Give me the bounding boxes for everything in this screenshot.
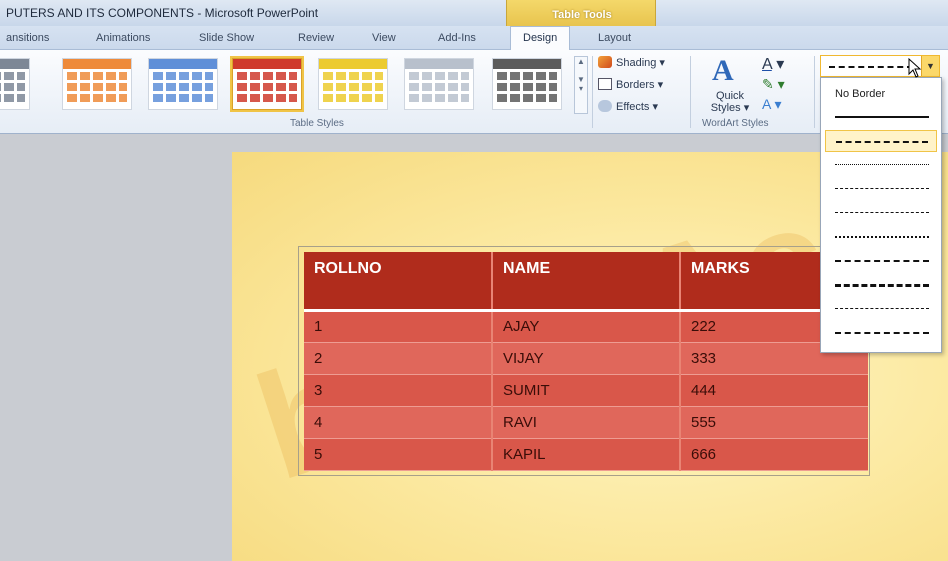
data-table[interactable]: ROLLNO NAME MARKS 1 AJAY 222 2 VIJAY 333 3 SUMI… [304,252,868,471]
table-row: 5 KAPIL 666 [304,438,868,471]
tab-slide-show[interactable]: Slide Show [199,32,254,44]
tab-design[interactable]: Design [510,26,571,51]
table-cell[interactable]: 2 [304,342,493,375]
table-cell[interactable]: 555 [680,406,868,439]
menu-item-pen-style[interactable] [825,178,937,200]
styles-label: Styles [710,102,741,114]
pen-style-line [835,332,929,334]
no-border-label: No Border [835,88,886,100]
shading-label: Shading [616,57,657,69]
table-cell[interactable]: 1 [304,310,493,343]
chevron-down-icon[interactable]: ▼ [921,56,939,76]
menu-item-pen-style[interactable] [825,250,937,272]
text-outline-button[interactable]: ✎ ▾ [762,76,785,93]
title-bar: PUTERS AND ITS COMPONENTS - Microsoft Po… [0,0,948,26]
menu-item-pen-style[interactable] [825,202,937,224]
pen-style-menu: No Border [820,77,942,353]
table-style-thumbnail[interactable] [62,58,132,110]
table-style-thumbnail[interactable] [318,58,388,110]
pen-style-line [835,188,929,189]
table-style-thumbnail[interactable] [492,58,562,110]
table-cell[interactable]: KAPIL [492,438,681,471]
table-styles-group-label: Table Styles [290,118,344,129]
table-cell[interactable]: 3 [304,374,493,407]
table-cell[interactable]: VIJAY [492,342,681,375]
tab-transitions[interactable]: ansitions [6,32,49,44]
shading-button[interactable]: Shading ▾ [598,56,665,69]
table-header-row: ROLLNO NAME MARKS [304,252,868,312]
column-header-name[interactable]: NAME [492,252,681,312]
pen-style-line [835,260,929,262]
table-cell[interactable]: 666 [680,438,868,471]
pen-style-line [835,236,929,238]
effects-icon [598,100,612,112]
table-cell[interactable]: 444 [680,374,868,407]
wordart-styles-group-label: WordArt Styles [702,118,769,129]
table-tools-label: Table Tools [552,9,612,21]
table-style-thumbnail[interactable] [148,58,218,110]
table-style-thumbnail[interactable] [230,56,304,112]
pen-style-dropdown[interactable]: ▼ [820,55,940,77]
menu-item-pen-style[interactable] [825,226,937,248]
table-cell[interactable]: SUMIT [492,374,681,407]
table-row: 3 SUMIT 444 [304,374,868,407]
text-effects-icon: A [762,96,771,112]
group-separator [690,56,691,128]
text-fill-button[interactable]: A ▾ [762,54,784,74]
menu-item-pen-style[interactable] [825,298,937,320]
pen-style-line [835,308,929,309]
menu-item-pen-style[interactable] [825,154,937,176]
table-style-thumbnail[interactable] [0,58,30,110]
table-cell[interactable]: 4 [304,406,493,439]
borders-button[interactable]: Borders ▾ [598,78,663,91]
selected-pen-style-line [829,66,913,68]
table-body: 1 AJAY 222 2 VIJAY 333 3 SUMIT 444 4 RAVI 555 5 KAPIL… [304,310,868,471]
borders-label: Borders [616,79,655,91]
pen-icon: ✎ [762,76,774,92]
menu-item-pen-style[interactable] [825,130,937,152]
column-header-rollno[interactable]: ROLLNO [304,252,493,312]
pen-style-line [836,141,928,143]
tab-layout[interactable]: Layout [598,32,631,44]
table-style-thumbnail[interactable] [404,58,474,110]
quick-styles-a-icon: A [712,54,734,87]
paint-bucket-icon [598,56,612,68]
effects-label: Effects [616,101,650,113]
pen-style-line [835,284,929,287]
tab-view[interactable]: View [372,32,396,44]
table-cell[interactable]: AJAY [492,310,681,343]
tab-review[interactable]: Review [298,32,334,44]
table-cell[interactable]: RAVI [492,406,681,439]
menu-item-no-border[interactable]: No Border [825,82,937,104]
tab-animations[interactable]: Animations [96,32,150,44]
tab-add-ins[interactable]: Add-Ins [438,32,476,44]
menu-item-pen-style[interactable] [825,274,937,296]
gallery-scroll[interactable]: ▲ ▼ ▾ [574,56,588,114]
pen-style-line [835,164,929,165]
menu-item-pen-style[interactable] [825,106,937,128]
text-effects-button[interactable]: A ▾ [762,96,782,113]
quick-label: Quick [715,90,745,102]
table-row: 1 AJAY 222 [304,310,868,343]
effects-button[interactable]: Effects ▾ [598,100,658,113]
quick-styles-button[interactable]: Quick Styles ▾ [710,90,750,114]
table-cell[interactable]: 5 [304,438,493,471]
ribbon-tabs: ansitions Animations Slide Show Review V… [0,26,948,51]
pen-style-line [835,212,929,213]
text-fill-icon: A [762,56,772,73]
mouse-cursor-icon [908,58,922,78]
pen-style-line [835,116,929,118]
borders-icon [598,78,612,90]
menu-item-pen-style[interactable] [825,322,937,344]
table-row: 4 RAVI 555 [304,406,868,439]
group-separator [592,56,593,128]
group-separator [814,56,815,128]
ribbon: ▲ ▼ ▾ Table Styles Shading ▾ Borders ▾ Eff… [0,50,948,134]
table-row: 2 VIJAY 333 [304,342,868,375]
window-title: PUTERS AND ITS COMPONENTS - Microsoft Po… [6,6,319,20]
